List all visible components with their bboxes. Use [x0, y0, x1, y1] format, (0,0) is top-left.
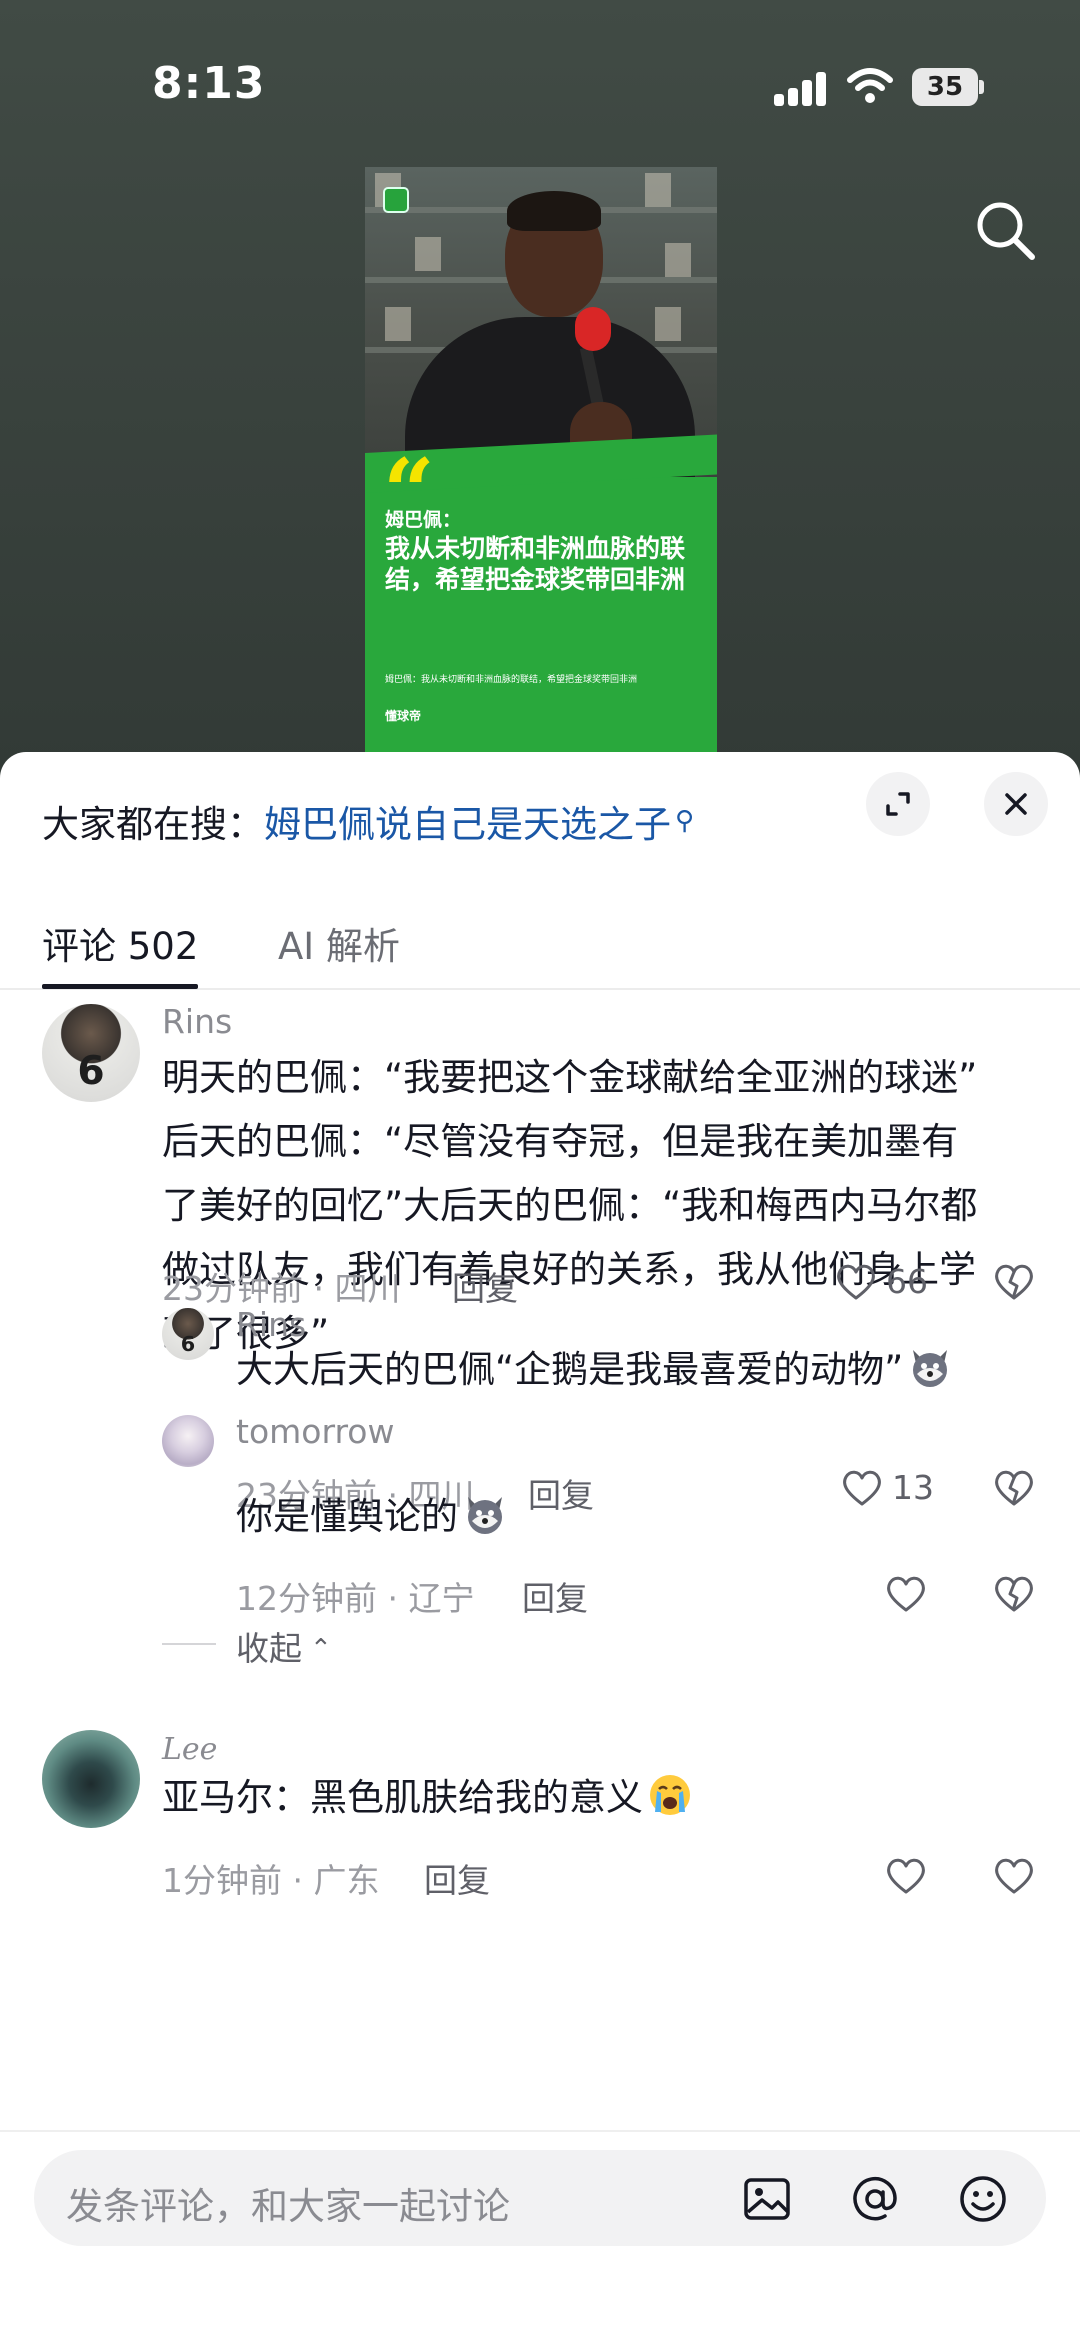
- dislike-icon[interactable]: [992, 1854, 1036, 1898]
- hot-search-icon: ⚲: [675, 806, 695, 836]
- comment-list[interactable]: Rins 明天的巴佩：“我要把这个金球献给全亚洲的球迷” 后天的巴佩：“尽管没有…: [0, 992, 1080, 2132]
- husky-emoji-icon: [468, 1497, 502, 1534]
- like-count: 66: [886, 1262, 928, 1301]
- status-bar: 8:13 35: [0, 0, 1080, 150]
- thumbnail-small-caption: 姆巴佩：我从未切断和非洲血脉的联结，希望把金球奖带回非洲: [385, 675, 638, 685]
- emoji-icon[interactable]: [958, 2174, 1008, 2224]
- comment-input-bar: 发条评论，和大家一起讨论: [0, 2130, 1080, 2348]
- thumbnail-brand: 懂球帝: [385, 709, 422, 723]
- video-thumbnail[interactable]: “ 姆巴佩： 我从未切断和非洲血脉的联结，希望把金球奖带回非洲 姆巴佩：我从未切…: [365, 167, 717, 752]
- comment-input[interactable]: 发条评论，和大家一起讨论: [34, 2150, 1046, 2246]
- thumbnail-headline: 我从未切断和非洲血脉的联结，希望把金球奖带回非洲: [385, 534, 686, 594]
- avatar[interactable]: [42, 1004, 140, 1102]
- comment-username[interactable]: Lee: [162, 1732, 217, 1767]
- heart-icon[interactable]: [884, 1854, 928, 1898]
- crying-emoji-icon: [650, 1775, 690, 1815]
- reply-meta: 12分钟前 · 辽宁: [236, 1579, 475, 1618]
- avatar[interactable]: [162, 1415, 214, 1467]
- avatar[interactable]: [42, 1730, 140, 1828]
- battery-level: 35: [912, 68, 978, 106]
- wifi-icon: [847, 68, 893, 103]
- chevron-up-icon: ⌃: [310, 1634, 332, 1664]
- image-icon[interactable]: [742, 2174, 792, 2224]
- reply-button[interactable]: 回复: [452, 1262, 518, 1310]
- comment-username[interactable]: Rins: [162, 1002, 232, 1041]
- hot-search[interactable]: 大家都在搜：姆巴佩说自己是天选之子 ⚲: [42, 794, 694, 848]
- reply-text-content: 大大后天的巴佩“企鹅是我最喜爱的动物”: [236, 1348, 904, 1391]
- reply-text: 大大后天的巴佩“企鹅是我最喜爱的动物”: [236, 1338, 1056, 1402]
- comment-sheet: 大家都在搜：姆巴佩说自己是天选之子⚲ 评论 502 AI 解析 Rins 明天的…: [0, 752, 1080, 2348]
- reply-text: 你是懂舆论的: [236, 1485, 1056, 1549]
- hot-search-term[interactable]: 姆巴佩说自己是天选之子: [264, 803, 671, 846]
- video-background[interactable]: 8:13 35 “ 姆巴佩： 我从未切断和非洲血脉的联结，希望把金球奖带回非洲 …: [0, 0, 1080, 780]
- comment-line: 后天的巴佩：“尽管没有夺冠，但是我在美加墨有: [162, 1120, 959, 1163]
- close-icon: [1005, 793, 1027, 815]
- collapse-replies-button[interactable]: 收起 ⌃: [236, 1622, 332, 1670]
- tab-bar: 评论 502 AI 解析: [0, 872, 1080, 990]
- reply-username[interactable]: tomorrow: [236, 1412, 394, 1451]
- tab-comments[interactable]: 评论 502: [42, 916, 198, 970]
- comment-text-content: 亚马尔：黑色肌肤给我的意义: [162, 1776, 643, 1819]
- heart-icon[interactable]: [884, 1572, 928, 1616]
- husky-emoji-icon: [913, 1350, 948, 1387]
- thumbnail-logo-icon: [383, 187, 409, 213]
- search-icon[interactable]: [970, 195, 1040, 265]
- expand-icon: [886, 792, 910, 816]
- comment-line: 了美好的回忆”大后天的巴佩：“我和梅西内马尔都: [162, 1184, 978, 1227]
- tab-ai-analysis[interactable]: AI 解析: [278, 916, 400, 970]
- thumbnail-name: 姆巴佩：: [385, 509, 462, 531]
- dislike-icon[interactable]: [992, 1260, 1036, 1304]
- reply-button[interactable]: 回复: [424, 1854, 490, 1902]
- close-button[interactable]: [984, 772, 1048, 836]
- hot-search-prefix: 大家都在搜：: [42, 803, 264, 846]
- collapse-divider: [162, 1643, 216, 1645]
- expand-button[interactable]: [866, 772, 930, 836]
- comment-meta: 23分钟前 · 四川: [162, 1269, 401, 1308]
- comment-input-placeholder: 发条评论，和大家一起讨论: [66, 2185, 510, 2228]
- comment-line: 明天的巴佩：“我要把这个金球献给全亚洲的球迷”: [162, 1056, 978, 1099]
- heart-icon: [837, 1264, 875, 1300]
- comment-text: 亚马尔：黑色肌肤给我的意义: [162, 1766, 1042, 1830]
- sheet-header: 大家都在搜：姆巴佩说自己是天选之子 ⚲: [0, 752, 1080, 872]
- battery-icon: 35: [912, 68, 984, 106]
- avatar[interactable]: [162, 1308, 214, 1360]
- dislike-icon[interactable]: [992, 1572, 1036, 1616]
- at-icon[interactable]: [850, 2174, 900, 2224]
- like-button[interactable]: 66: [834, 1260, 954, 1304]
- comment-meta: 1分钟前 · 广东: [162, 1861, 380, 1900]
- collapse-label: 收起: [236, 1629, 302, 1668]
- status-time: 8:13: [152, 58, 266, 109]
- reply-text-content: 你是懂舆论的: [236, 1495, 458, 1538]
- cellular-signal-icon: [774, 72, 828, 106]
- active-tab-indicator: [42, 984, 198, 989]
- reply-button[interactable]: 回复: [522, 1572, 588, 1620]
